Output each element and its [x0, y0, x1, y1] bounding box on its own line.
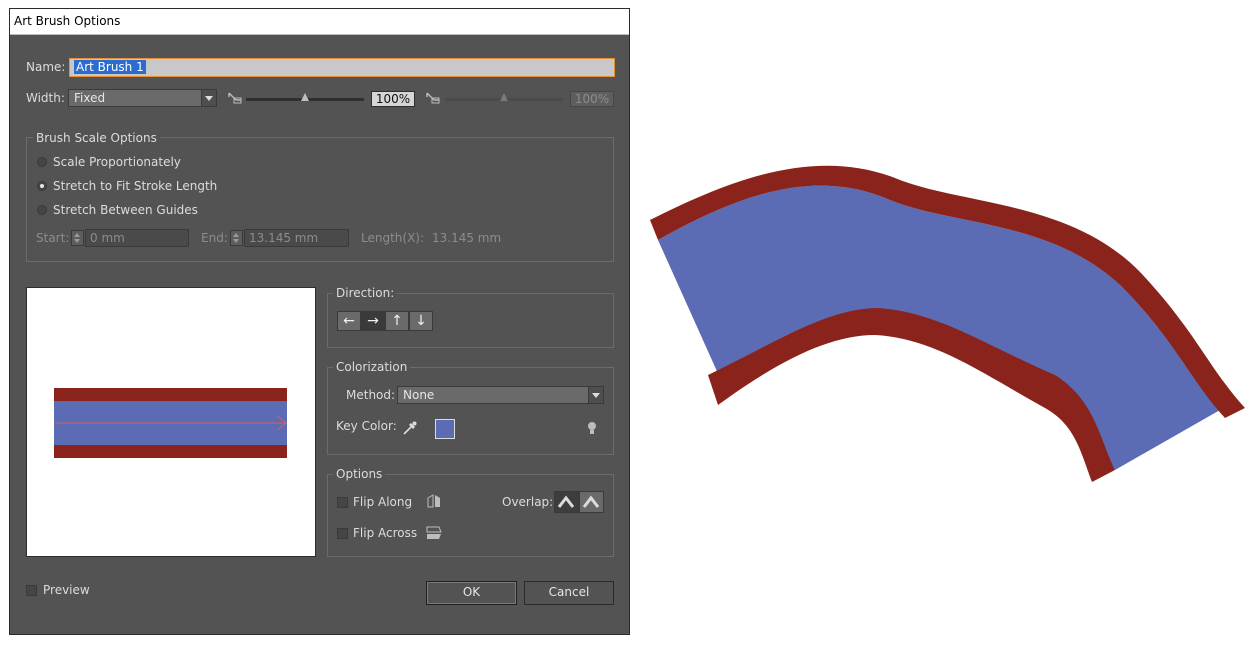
name-input-value: Art Brush 1 — [74, 60, 146, 74]
radio-label-stretch-between-guides: Stretch Between Guides — [53, 203, 198, 217]
overlap-no-adjust-button[interactable] — [579, 491, 604, 513]
arrow-right-icon: → — [367, 313, 379, 329]
method-dropdown-value: None — [403, 388, 435, 402]
direction-up-button[interactable]: ↑ — [385, 311, 409, 331]
chevron-down-icon — [201, 90, 216, 106]
direction-down-button[interactable]: ↓ — [409, 311, 433, 331]
key-color-label: Key Color: — [336, 419, 397, 433]
start-input: 0 mm — [85, 229, 189, 247]
radio-stretch-to-fit[interactable] — [37, 181, 47, 191]
options-title: Options — [333, 467, 386, 481]
brush-scale-title: Brush Scale Options — [33, 131, 160, 145]
direction-title: Direction: — [333, 286, 398, 300]
radio-label-scale-proportionately: Scale Proportionately — [53, 155, 181, 169]
radio-label-stretch-to-fit: Stretch to Fit Stroke Length — [53, 179, 218, 193]
flip-across-label: Flip Across — [353, 526, 418, 540]
end-input: 13.145 mm — [244, 229, 349, 247]
width-dropdown-value: Fixed — [74, 91, 106, 105]
cancel-button-label: Cancel — [548, 585, 590, 599]
ok-button-label: OK — [462, 585, 481, 599]
arrow-down-icon: ↓ — [415, 313, 427, 329]
flip-along-checkbox[interactable] — [337, 497, 348, 508]
flip-across-icon — [426, 526, 442, 539]
chevron-down-icon — [588, 387, 603, 403]
radio-stretch-between-guides[interactable] — [37, 205, 47, 215]
end-stepper — [230, 230, 243, 246]
flip-along-label: Flip Along — [353, 495, 413, 509]
colorization-group — [327, 367, 614, 455]
radio-scale-proportionately[interactable] — [37, 157, 47, 167]
art-brush-options-dialog: Art Brush Options Name: Art Brush 1 Widt… — [9, 8, 630, 635]
preview-label: Preview — [43, 583, 90, 597]
cancel-button[interactable]: Cancel — [524, 581, 614, 605]
brushed-path-artwork — [650, 165, 1245, 482]
options-group — [327, 474, 614, 557]
direction-left-button[interactable]: ← — [337, 311, 361, 331]
variation-percent-input: 100% — [570, 91, 614, 107]
length-label: Length(X): — [361, 231, 425, 245]
eyedropper-icon[interactable] — [402, 420, 418, 436]
brush-preview-art — [54, 388, 287, 458]
key-color-swatch[interactable] — [435, 419, 455, 439]
width-percent-value: 100% — [375, 92, 411, 106]
name-input[interactable]: Art Brush 1 — [69, 58, 615, 77]
arrow-left-icon: ← — [343, 313, 355, 329]
brush-preview — [26, 287, 316, 557]
variation-percent-value: 100% — [574, 92, 610, 106]
ok-button[interactable]: OK — [426, 581, 517, 605]
preview-top-red-band — [54, 388, 287, 401]
width-label: Width: — [26, 91, 65, 105]
variation-slider-thumb — [500, 93, 508, 101]
flip-along-icon — [427, 494, 440, 508]
name-label: Name: — [26, 60, 66, 74]
start-stepper — [71, 230, 84, 246]
length-value: 13.145 mm — [432, 231, 502, 245]
flip-across-checkbox[interactable] — [337, 528, 348, 539]
start-label: Start: — [36, 231, 70, 245]
lightbulb-icon[interactable] — [586, 421, 598, 437]
overlap-icon — [557, 495, 575, 508]
width-percent-input[interactable]: 100% — [371, 91, 415, 107]
width-dropdown[interactable]: Fixed — [68, 89, 217, 107]
overlap-label: Overlap: — [502, 495, 554, 509]
method-dropdown[interactable]: None — [397, 386, 604, 404]
method-label: Method: — [346, 388, 396, 402]
preview-bottom-red-band — [54, 445, 287, 458]
variable-width-point-icon — [426, 92, 440, 104]
width-slider-thumb[interactable] — [301, 93, 309, 101]
arrow-up-icon: ↑ — [391, 313, 403, 329]
start-input-value: 0 mm — [90, 231, 125, 245]
title-bar: Art Brush Options — [10, 9, 629, 35]
preview-checkbox[interactable] — [26, 585, 37, 596]
end-input-value: 13.145 mm — [249, 231, 319, 245]
direction-right-button[interactable]: → — [361, 311, 385, 331]
width-point-icon — [228, 92, 242, 104]
colorization-title: Colorization — [333, 360, 411, 374]
window-title: Art Brush Options — [14, 14, 121, 28]
overlap-adjust-corners-button[interactable] — [554, 491, 579, 513]
end-label: End: — [201, 231, 228, 245]
overlap-icon — [582, 495, 600, 508]
